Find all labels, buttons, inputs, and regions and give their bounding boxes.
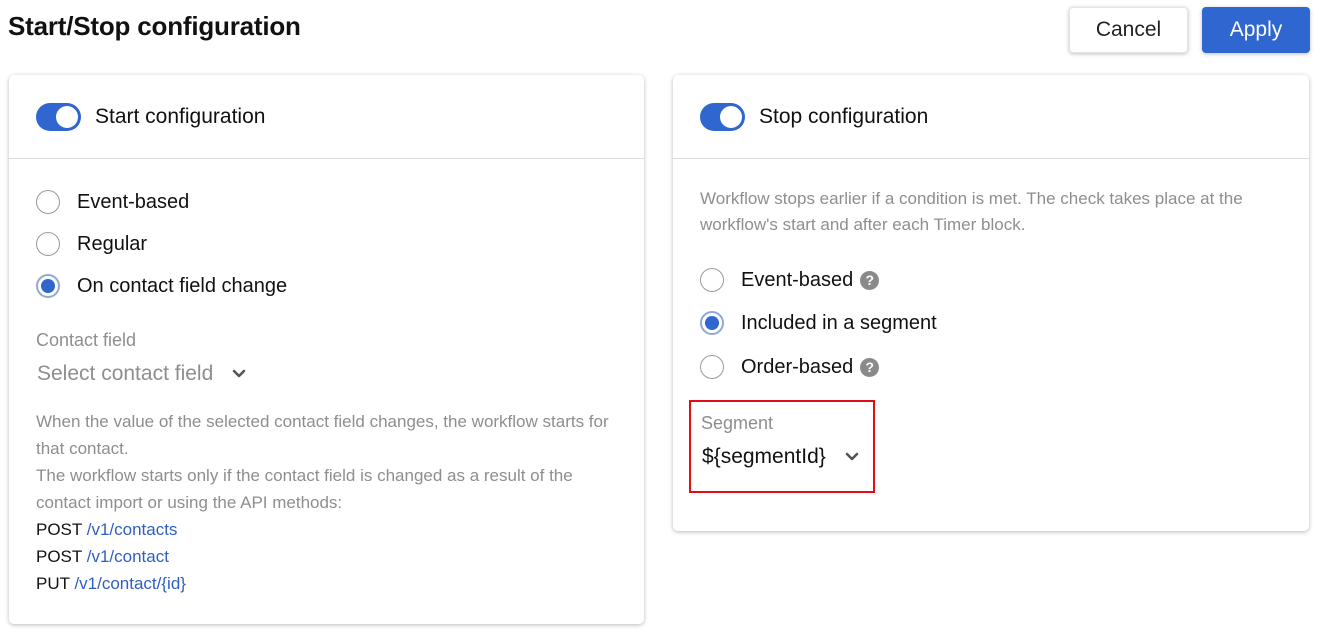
radio-button[interactable]: [700, 355, 724, 379]
toggle-knob: [56, 105, 78, 128]
start-configuration-toggle[interactable]: [36, 102, 81, 131]
radio-button-selected[interactable]: [36, 274, 60, 298]
start-card-header: Start configuration: [9, 75, 644, 159]
hint-line-2: The workflow starts only if the contact …: [36, 466, 573, 512]
question-circle-icon[interactable]: ?: [860, 270, 880, 290]
contact-field-label: Contact field: [36, 330, 137, 350]
api-method-row: PUT /v1/contact/{id}: [36, 570, 626, 597]
radio-label: Included in a segment: [741, 311, 937, 334]
question-circle-icon[interactable]: ?: [860, 357, 880, 377]
radio-button-selected[interactable]: [700, 311, 724, 335]
radio-label: Event-based: [741, 268, 854, 291]
radio-button[interactable]: [700, 268, 724, 292]
stop-card-header: Stop configuration: [673, 75, 1309, 159]
radio-button[interactable]: [36, 190, 60, 214]
api-link[interactable]: /v1/contact/{id}: [74, 574, 186, 593]
cancel-button[interactable]: Cancel: [1069, 7, 1188, 53]
contact-field-placeholder: Select contact field: [37, 362, 214, 385]
start-option-regular[interactable]: Regular: [36, 232, 147, 256]
stop-option-order-based[interactable]: Order-based ?: [700, 355, 880, 379]
radio-button[interactable]: [36, 232, 60, 256]
start-option-contact-field-change[interactable]: On contact field change: [36, 274, 287, 298]
apply-button[interactable]: Apply: [1202, 7, 1310, 53]
radio-label: Order-based: [741, 355, 854, 378]
segment-highlight-box: [689, 400, 875, 493]
start-option-event-based[interactable]: Event-based: [36, 190, 189, 214]
chevron-down-icon: [232, 369, 246, 378]
stop-option-included-in-segment[interactable]: Included in a segment: [700, 311, 937, 335]
contact-field-select[interactable]: Select contact field: [37, 362, 247, 386]
contact-field-hint: When the value of the selected contact f…: [36, 408, 626, 597]
radio-label: Regular: [77, 232, 148, 255]
stop-configuration-toggle[interactable]: [700, 102, 745, 131]
start-configuration-card: Start configuration Event-based Regular …: [9, 75, 644, 624]
api-link[interactable]: /v1/contacts: [87, 520, 178, 539]
api-method: PUT: [36, 574, 70, 593]
page-title: Start/Stop configuration: [8, 11, 301, 41]
stop-description: Workflow stops earlier if a condition is…: [700, 189, 1243, 234]
api-method-row: POST /v1/contact: [36, 543, 626, 570]
stop-card-title: Stop configuration: [759, 104, 929, 128]
radio-label: Event-based: [77, 190, 190, 213]
api-method: POST: [36, 547, 82, 566]
stop-option-event-based[interactable]: Event-based ?: [700, 268, 880, 292]
api-method-row: POST /v1/contacts: [36, 516, 626, 543]
toggle-knob: [720, 105, 742, 128]
start-card-title: Start configuration: [95, 104, 266, 128]
api-method: POST: [36, 520, 82, 539]
radio-label: On contact field change: [77, 274, 288, 297]
api-link[interactable]: /v1/contact: [87, 547, 169, 566]
hint-line-1: When the value of the selected contact f…: [36, 412, 609, 458]
